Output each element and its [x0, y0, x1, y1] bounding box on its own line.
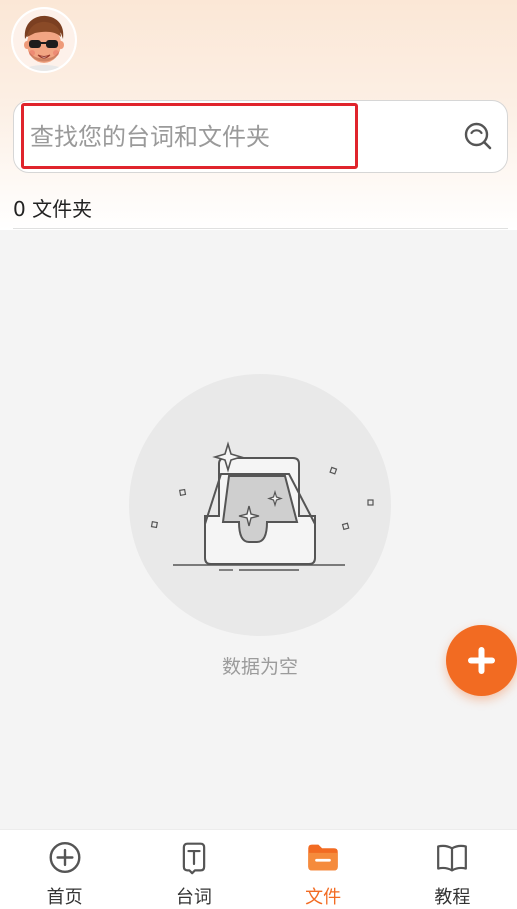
plus-icon [468, 647, 495, 674]
avatar-image [13, 9, 75, 71]
nav-item-tutorial[interactable]: 教程 [388, 830, 517, 909]
folder-icon [308, 844, 338, 871]
files-page: 0 文件夹 数据为空 [0, 0, 517, 909]
nav-item-files[interactable]: 文件 [259, 830, 388, 909]
open-book-icon [437, 844, 468, 872]
nav-label-tutorial: 教程 [434, 887, 471, 908]
nav-item-home[interactable]: 首页 [0, 830, 129, 909]
nav-label-lines: 台词 [175, 887, 212, 908]
nav-label-home: 首页 [46, 887, 83, 908]
plus-circle-icon [49, 842, 81, 873]
nav-label-files: 文件 [305, 887, 342, 908]
search-icon[interactable] [462, 120, 494, 152]
user-avatar[interactable] [13, 9, 75, 71]
add-button[interactable] [446, 625, 517, 696]
folder-count: 0 文件夹 [13, 197, 93, 221]
nav-item-lines[interactable]: 台词 [129, 830, 258, 909]
text-document-icon [182, 842, 206, 875]
bottom-nav: 首页 台词 文件 教程 [0, 829, 517, 909]
search-input[interactable] [30, 117, 350, 157]
empty-inbox-icon [150, 441, 374, 571]
divider [13, 228, 508, 229]
empty-state-text: 数据为空 [221, 656, 298, 678]
